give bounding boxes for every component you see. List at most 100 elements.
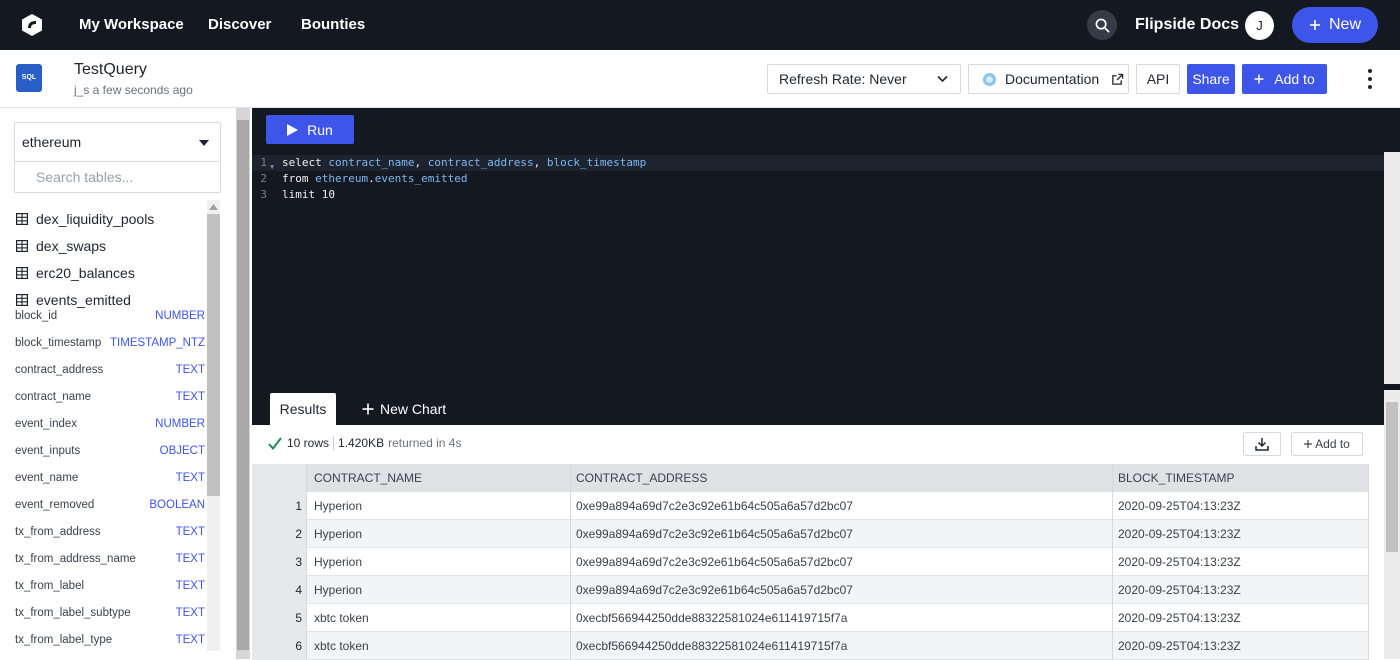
new-button[interactable]: New (1292, 7, 1378, 43)
share-button[interactable]: Share (1187, 64, 1235, 94)
row-index: 4 (252, 576, 306, 604)
table-header: CONTRACT_NAME CONTRACT_ADDRESS BLOCK_TIM… (252, 464, 1369, 492)
table-list-item[interactable]: dex_liquidity_pools (16, 209, 154, 229)
results-add-to-label: Add to (1315, 437, 1350, 451)
cell-contract-address: 0xecbf566944250dde88322581024e611419715f… (576, 611, 848, 625)
table-row[interactable]: 1 Hyperion 0xe99a894a69d7c2e3c92e61b64c505… (252, 492, 1369, 520)
pane-scrollbar[interactable] (236, 108, 250, 659)
cell-block-timestamp: 2020-09-25T04:13:23Z (1118, 499, 1241, 513)
results-add-to-button[interactable]: Add to (1291, 432, 1363, 456)
tab-new-chart[interactable]: New Chart (362, 393, 446, 425)
column-list-item[interactable]: event_inputs OBJECT (15, 445, 205, 463)
documentation-label: Documentation (1005, 71, 1100, 87)
database-select-value: ethereum (22, 134, 82, 150)
checkmark-icon (268, 436, 282, 450)
code-area[interactable]: 1 ▼ select contract_name, contract_address… (252, 155, 1384, 203)
cell-contract-address: 0xe99a894a69d7c2e3c92e61b64c505a6a57d2bc… (576, 527, 853, 541)
refresh-rate-label: Refresh Rate: Never (779, 71, 907, 87)
column-list-item[interactable]: event_index NUMBER (15, 418, 205, 436)
column-name: block_id (15, 310, 58, 322)
table-list-item[interactable]: events_emitted (16, 290, 131, 310)
query-author-timestamp: j_s a few seconds ago (74, 83, 193, 97)
cell-contract-name: xbtc token (314, 611, 369, 625)
plus-icon (1304, 440, 1313, 448)
column-header-block-timestamp[interactable]: BLOCK_TIMESTAMP (1118, 464, 1368, 492)
user-avatar[interactable]: J (1245, 11, 1274, 40)
column-list-item[interactable]: event_removed BOOLEAN (15, 499, 205, 517)
sql-editor[interactable]: Run 1 ▼ select contract_name, contract_add… (252, 108, 1400, 387)
query-title[interactable]: TestQuery (74, 61, 147, 79)
flipside-logo-icon[interactable] (20, 13, 44, 37)
table-list-item[interactable]: erc20_balances (16, 263, 135, 283)
query-duration: returned in 4s (388, 436, 462, 450)
play-icon (287, 123, 299, 136)
code-line[interactable]: 1 ▼ select contract_name, contract_address… (252, 155, 1384, 171)
column-type: TEXT (175, 472, 205, 484)
table-row[interactable]: 5 xbtc token 0xecbf566944250dde88322581024… (252, 604, 1369, 632)
column-name: tx_from_label (15, 580, 85, 592)
table-row[interactable]: 6 xbtc token 0xecbf566944250dde88322581024… (252, 632, 1369, 660)
column-divider (1112, 464, 1113, 659)
table-search-input[interactable] (14, 161, 221, 193)
column-header-contract-address[interactable]: CONTRACT_ADDRESS (576, 464, 1112, 492)
column-list-item[interactable]: tx_from_address TEXT (15, 526, 205, 544)
table-row[interactable]: 4 Hyperion 0xe99a894a69d7c2e3c92e61b64c505… (252, 576, 1369, 604)
column-list-item[interactable]: tx_from_label_subtype TEXT (15, 607, 205, 625)
run-button[interactable]: Run (266, 115, 354, 144)
column-header-contract-name[interactable]: CONTRACT_NAME (314, 464, 570, 492)
column-list-item[interactable]: event_name TEXT (15, 472, 205, 490)
refresh-rate-select[interactable]: Refresh Rate: Never (767, 64, 961, 94)
row-index: 3 (252, 548, 306, 576)
column-name: block_timestamp (15, 337, 102, 349)
download-button[interactable] (1243, 432, 1281, 456)
line-number: 2 (260, 172, 267, 185)
tab-results[interactable]: Results (270, 393, 336, 425)
column-list-item[interactable]: tx_from_address_name TEXT (15, 553, 205, 571)
documentation-button[interactable]: Documentation (968, 64, 1129, 94)
table-row[interactable]: 3 Hyperion 0xe99a894a69d7c2e3c92e61b64c505… (252, 548, 1369, 576)
pane-scrollbar-thumb[interactable] (237, 120, 249, 650)
sidebar-scrollbar-thumb[interactable] (207, 214, 220, 496)
column-name: tx_from_label_type (15, 634, 113, 646)
table-list-item[interactable]: dex_swaps (16, 236, 106, 256)
editor-scrollbar[interactable] (1384, 152, 1400, 384)
table-icon (16, 213, 28, 225)
database-select[interactable]: ethereum (14, 122, 221, 163)
column-name: contract_address (15, 364, 104, 376)
flipside-docs-link[interactable]: Flipside Docs (1135, 0, 1239, 50)
table-name: events_emitted (36, 292, 131, 308)
search-button[interactable] (1087, 10, 1117, 40)
code-text: select contract_name, contract_address, … (282, 155, 646, 171)
nav-discover[interactable]: Discover (208, 0, 271, 50)
column-type: TEXT (175, 553, 205, 565)
nav-bounties[interactable]: Bounties (301, 0, 365, 50)
add-to-button[interactable]: Add to (1242, 64, 1327, 94)
table-name: dex_swaps (36, 238, 107, 254)
nav-my-workspace[interactable]: My Workspace (79, 0, 184, 50)
table-row[interactable]: 2 Hyperion 0xe99a894a69d7c2e3c92e61b64c505… (252, 520, 1369, 548)
result-size: 1.420KB (338, 436, 385, 450)
column-list-item[interactable]: block_timestamp TIMESTAMP_NTZ (15, 337, 205, 355)
column-list-item[interactable]: contract_address TEXT (15, 364, 205, 382)
column-divider (1368, 464, 1369, 659)
column-list-item[interactable]: tx_from_label TEXT (15, 580, 205, 598)
scroll-up-arrow-icon[interactable] (209, 204, 218, 210)
results-scrollbar[interactable] (1384, 390, 1400, 659)
top-nav: My Workspace Discover Bounties Flipside … (0, 0, 1400, 50)
column-list-item[interactable]: contract_name TEXT (15, 391, 205, 409)
column-type: TEXT (175, 526, 205, 538)
code-line[interactable]: 2 from ethereum.events_emitted (252, 171, 1384, 187)
column-divider (570, 464, 571, 659)
column-list-item[interactable]: tx_from_label_type TEXT (15, 634, 205, 652)
more-options-icon[interactable] (1363, 67, 1377, 91)
column-list-item[interactable]: block_id NUMBER (15, 310, 205, 328)
api-button[interactable]: API (1136, 64, 1180, 94)
plus-icon (362, 403, 374, 415)
new-chart-label: New Chart (380, 401, 447, 417)
cell-contract-name: Hyperion (314, 555, 363, 569)
query-header: SQL TestQuery j_s a few seconds ago Refr… (0, 50, 1400, 108)
code-line[interactable]: 3 limit 10 (252, 187, 1384, 203)
plus-icon (1254, 74, 1264, 84)
sql-file-icon: SQL (16, 64, 42, 92)
results-scrollbar-thumb[interactable] (1386, 402, 1398, 552)
